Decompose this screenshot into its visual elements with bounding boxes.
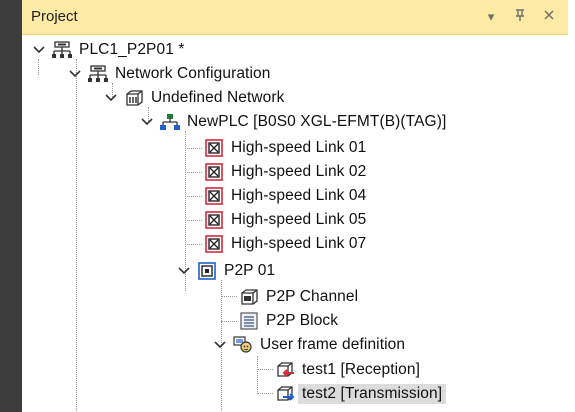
- tree-item-label: User frame definition: [260, 336, 406, 353]
- tree-item-root[interactable]: PLC1_P2P01 *: [32, 38, 184, 62]
- tree-item-label: Undefined Network: [151, 89, 285, 106]
- panel-edge: [568, 0, 575, 412]
- high-speed-link-icon: [204, 186, 224, 206]
- high-speed-link-icon: [204, 162, 224, 182]
- tree-item-newplc[interactable]: NewPLC [B0S0 XGL-EFMT(B)(TAG)]: [140, 110, 446, 134]
- tree-item-label: PLC1_P2P01 *: [79, 41, 185, 58]
- tree-item-label: NewPLC [B0S0 XGL-EFMT(B)(TAG)]: [187, 113, 447, 130]
- project-tree: PLC1_P2P01 * Network Configuration Undef…: [0, 35, 568, 412]
- chevron-down-icon[interactable]: [104, 91, 118, 105]
- high-speed-link-icon: [204, 210, 224, 230]
- project-panel: Project ▾ PLC1_P2P01 * Network Configura…: [0, 0, 575, 412]
- chevron-down-icon[interactable]: [32, 43, 46, 57]
- frame-transmission-icon: [275, 384, 295, 404]
- tree-item-label: P2P Block: [266, 312, 339, 329]
- tree-item-high-speed-link[interactable]: High-speed Link 04: [204, 184, 366, 208]
- tree-item-label: High-speed Link 07: [231, 235, 367, 252]
- high-speed-link-icon: [204, 138, 224, 158]
- tree-item-high-speed-link[interactable]: High-speed Link 02: [204, 160, 366, 184]
- close-icon[interactable]: [540, 8, 558, 26]
- p2p-channel-icon: [239, 287, 259, 307]
- chevron-down-icon[interactable]: [140, 115, 154, 129]
- tree-item-label: High-speed Link 04: [231, 187, 367, 204]
- tree-item-label: P2P Channel: [266, 288, 359, 305]
- tree-item-label: P2P 01: [224, 262, 276, 279]
- frame-reception-icon: [275, 360, 295, 380]
- panel-header: Project ▾: [0, 0, 568, 35]
- project-network-icon: [52, 40, 72, 60]
- tree-item-network-configuration[interactable]: Network Configuration: [68, 62, 270, 86]
- pin-icon[interactable]: [511, 8, 529, 26]
- tree-item-label: High-speed Link 02: [231, 163, 367, 180]
- p2p-block-icon: [239, 311, 259, 331]
- tree-item-frame[interactable]: test1 [Reception]: [275, 358, 420, 382]
- chevron-down-icon[interactable]: [68, 67, 82, 81]
- high-speed-link-icon: [204, 234, 224, 254]
- tree-item-high-speed-link[interactable]: High-speed Link 07: [204, 232, 366, 256]
- p2p-icon: [197, 261, 217, 281]
- user-frame-icon: [233, 335, 253, 355]
- tree-item-p2p-channel[interactable]: P2P Channel: [239, 285, 358, 309]
- tree-item-high-speed-link[interactable]: High-speed Link 05: [204, 208, 366, 232]
- tree-item-undefined-network[interactable]: Undefined Network: [104, 86, 285, 110]
- chevron-down-icon[interactable]: [177, 264, 191, 278]
- chevron-down-icon[interactable]: [213, 338, 227, 352]
- dropdown-icon[interactable]: ▾: [482, 8, 500, 26]
- tree-item-user-frame-definition[interactable]: User frame definition: [213, 333, 405, 357]
- tree-item-label: High-speed Link 01: [231, 139, 367, 156]
- tree-item-p2p-block[interactable]: P2P Block: [239, 309, 338, 333]
- panel-title: Project: [31, 8, 78, 25]
- plc-module-icon: [160, 112, 180, 132]
- tree-item-high-speed-link[interactable]: High-speed Link 01: [204, 136, 366, 160]
- tree-item-label: Network Configuration: [115, 65, 271, 82]
- tree-item-label: test2 [Transmission]: [298, 384, 447, 404]
- network-config-icon: [88, 64, 108, 84]
- undefined-network-icon: [124, 88, 144, 108]
- tree-item-p2p[interactable]: P2P 01: [177, 259, 275, 283]
- tree-item-label: High-speed Link 05: [231, 211, 367, 228]
- tree-item-frame-selected[interactable]: test2 [Transmission]: [275, 382, 447, 406]
- tree-item-label: test1 [Reception]: [302, 361, 421, 378]
